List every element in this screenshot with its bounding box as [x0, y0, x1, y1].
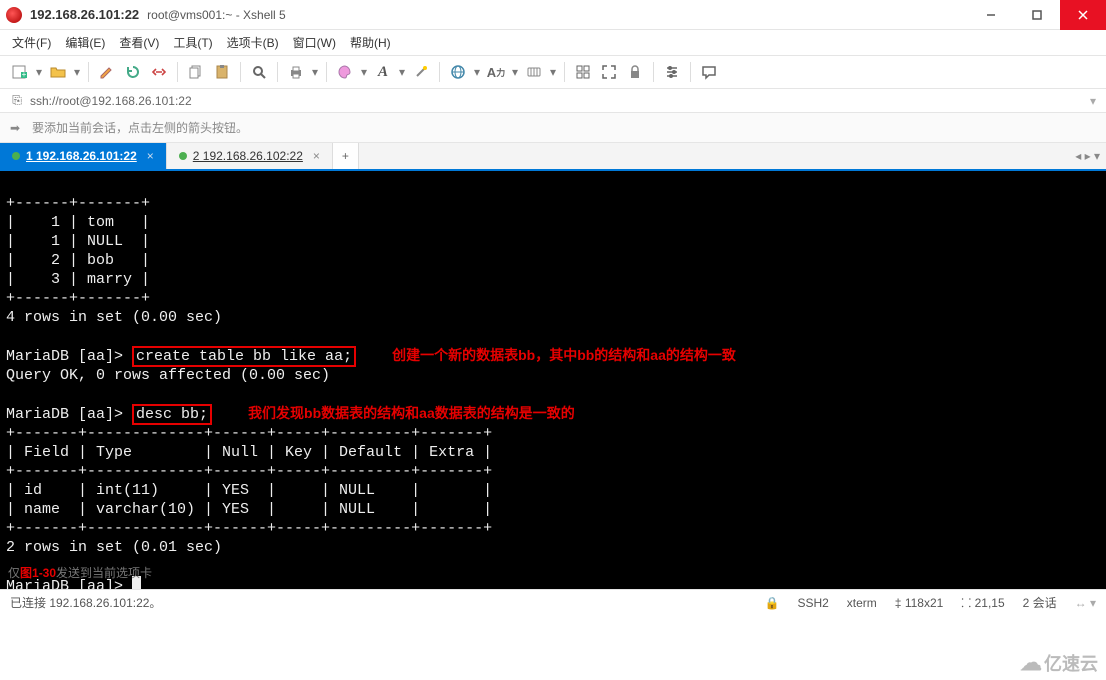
- titlebar: 192.168.26.101:22 root@vms001:~ - Xshell…: [0, 0, 1106, 30]
- hintbar: ➡ 要添加当前会话，点击左侧的箭头按钮。: [0, 113, 1106, 143]
- annotation-2: 我们发现bb数据表的结构和aa数据表的结构是一致的: [248, 405, 575, 421]
- term-line: 4 rows in set (0.00 sec): [6, 309, 222, 326]
- term-line: +------+-------+: [6, 290, 150, 307]
- statusbar: 已连接 192.168.26.101:22。 🔒 SSH2 xterm ‡ 11…: [0, 589, 1106, 615]
- new-session-icon[interactable]: +: [8, 60, 32, 84]
- watermark-text: 亿速云: [1044, 650, 1098, 676]
- tab-1-close-icon[interactable]: ×: [147, 149, 154, 163]
- help-bubble-icon[interactable]: [697, 60, 721, 84]
- keymap-icon[interactable]: A力: [484, 60, 508, 84]
- term-line: +------+-------+: [6, 195, 150, 212]
- menu-view[interactable]: 查看(V): [119, 34, 159, 51]
- palette-icon[interactable]: [333, 60, 357, 84]
- status-sessions: 2 会话: [1023, 594, 1057, 611]
- term-cmd-highlight: create table bb like aa;: [132, 346, 356, 367]
- disconnect-icon[interactable]: [147, 60, 171, 84]
- edit-icon[interactable]: [95, 60, 119, 84]
- status-nav-right[interactable]: ↔ ▾: [1075, 596, 1096, 610]
- status-dot-icon: [179, 152, 187, 160]
- term-line: | 3 | marry |: [6, 271, 150, 288]
- terminal[interactable]: +------+-------+ | 1 | tom | | 1 | NULL …: [0, 171, 1106, 589]
- window-title-host: 192.168.26.101:22: [30, 7, 139, 22]
- grid-icon[interactable]: [571, 60, 595, 84]
- link-icon[interactable]: ⎘: [10, 93, 24, 108]
- minimize-button[interactable]: [968, 0, 1014, 30]
- font-dropdown[interactable]: ▾: [397, 65, 407, 79]
- print-dropdown[interactable]: ▾: [310, 65, 320, 79]
- globe-icon[interactable]: [446, 60, 470, 84]
- status-dot-icon: [12, 152, 20, 160]
- annotation-1: 创建一个新的数据表bb，其中bb的结构和aa的结构一致: [392, 347, 736, 363]
- maximize-button[interactable]: [1014, 0, 1060, 30]
- new-tab-button[interactable]: +: [333, 143, 359, 169]
- svg-text:+: +: [22, 70, 27, 79]
- hint-text: 要添加当前会话，点击左侧的箭头按钮。: [32, 119, 248, 136]
- search-icon[interactable]: [247, 60, 271, 84]
- tab-2-close-icon[interactable]: ×: [313, 149, 320, 163]
- app-icon: [6, 7, 22, 23]
- add-session-arrow-icon[interactable]: ➡: [10, 121, 24, 135]
- toolbar: + ▾ ▾ ▾ ▾ A ▾ ▾ A力 ▾ ▾: [0, 56, 1106, 89]
- fullscreen-icon[interactable]: [597, 60, 621, 84]
- term-prompt: MariaDB [aa]>: [6, 348, 132, 365]
- status-connection: 已连接 192.168.26.101:22。: [10, 594, 161, 611]
- tab-2-label: 2 192.168.26.102:22: [193, 149, 303, 163]
- term-line: | name | varchar(10) | YES | | NULL | |: [6, 501, 492, 518]
- wand-icon[interactable]: [409, 60, 433, 84]
- reconnect-icon[interactable]: [121, 60, 145, 84]
- menu-window[interactable]: 窗口(W): [293, 34, 336, 51]
- tabbar: 1 192.168.26.101:22 × 2 192.168.26.102:2…: [0, 143, 1106, 171]
- print-icon[interactable]: [284, 60, 308, 84]
- figure-label: 图1-30: [20, 566, 56, 580]
- menu-tabs[interactable]: 选项卡(B): [227, 34, 279, 51]
- terminal-bottom-hint: 仅图1-30发送到当前选项卡: [8, 564, 152, 583]
- font-icon[interactable]: A: [371, 60, 395, 84]
- term-line: +-------+-------------+------+-----+----…: [6, 463, 492, 480]
- menu-tools[interactable]: 工具(T): [173, 34, 212, 51]
- term-line: | 1 | NULL |: [6, 233, 150, 250]
- status-cursor-pos: ⸬ 21,15: [961, 594, 1004, 611]
- watermark: ☁ 亿速云: [1020, 650, 1098, 676]
- menu-file[interactable]: 文件(F): [12, 34, 51, 51]
- status-size: ‡ 118x21: [895, 596, 944, 610]
- close-button[interactable]: [1060, 0, 1106, 30]
- open-dropdown[interactable]: ▾: [72, 65, 82, 79]
- session-tab-2[interactable]: 2 192.168.26.102:22 ×: [167, 143, 333, 169]
- term-line: | 2 | bob |: [6, 252, 150, 269]
- globe-dropdown[interactable]: ▾: [472, 65, 482, 79]
- sliders-icon[interactable]: [660, 60, 684, 84]
- palette-dropdown[interactable]: ▾: [359, 65, 369, 79]
- term-line: +-------+-------------+------+-----+----…: [6, 425, 492, 442]
- session-tab-1[interactable]: 1 192.168.26.101:22 ×: [0, 143, 167, 169]
- copy-icon[interactable]: [184, 60, 208, 84]
- term-line: 2 rows in set (0.01 sec): [6, 539, 222, 556]
- new-session-dropdown[interactable]: ▾: [34, 65, 44, 79]
- term-line: | id | int(11) | YES | | NULL | |: [6, 482, 492, 499]
- menu-help[interactable]: 帮助(H): [350, 34, 391, 51]
- status-termtype: xterm: [847, 596, 877, 610]
- window-title-sub: root@vms001:~ - Xshell 5: [147, 8, 286, 22]
- address-dropdown[interactable]: ▾: [1090, 94, 1096, 108]
- keymap-dropdown[interactable]: ▾: [510, 65, 520, 79]
- menu-edit[interactable]: 编辑(E): [65, 34, 105, 51]
- cloud-icon: ☁: [1020, 650, 1042, 676]
- addressbar: ⎘ ssh://root@192.168.26.101:22 ▾: [0, 89, 1106, 113]
- lang-dropdown[interactable]: ▾: [548, 65, 558, 79]
- term-line: +-------+-------------+------+-----+----…: [6, 520, 492, 537]
- address-url[interactable]: ssh://root@192.168.26.101:22: [30, 94, 1084, 108]
- term-line: | Field | Type | Null | Key | Default | …: [6, 444, 492, 461]
- open-icon[interactable]: [46, 60, 70, 84]
- menubar: 文件(F) 编辑(E) 查看(V) 工具(T) 选项卡(B) 窗口(W) 帮助(…: [0, 30, 1106, 56]
- status-protocol: SSH2: [797, 596, 828, 610]
- term-line: Query OK, 0 rows affected (0.00 sec): [6, 367, 330, 384]
- term-prompt: MariaDB [aa]>: [6, 406, 132, 423]
- term-cmd-highlight: desc bb;: [132, 404, 212, 425]
- tab-1-label: 1 192.168.26.101:22: [26, 149, 137, 163]
- status-lock-icon: 🔒: [764, 596, 779, 610]
- lang-icon[interactable]: [522, 60, 546, 84]
- paste-icon[interactable]: [210, 60, 234, 84]
- tab-nav-arrows[interactable]: ◂ ▸ ▾: [1075, 143, 1100, 169]
- term-line: | 1 | tom |: [6, 214, 150, 231]
- lock-icon[interactable]: [623, 60, 647, 84]
